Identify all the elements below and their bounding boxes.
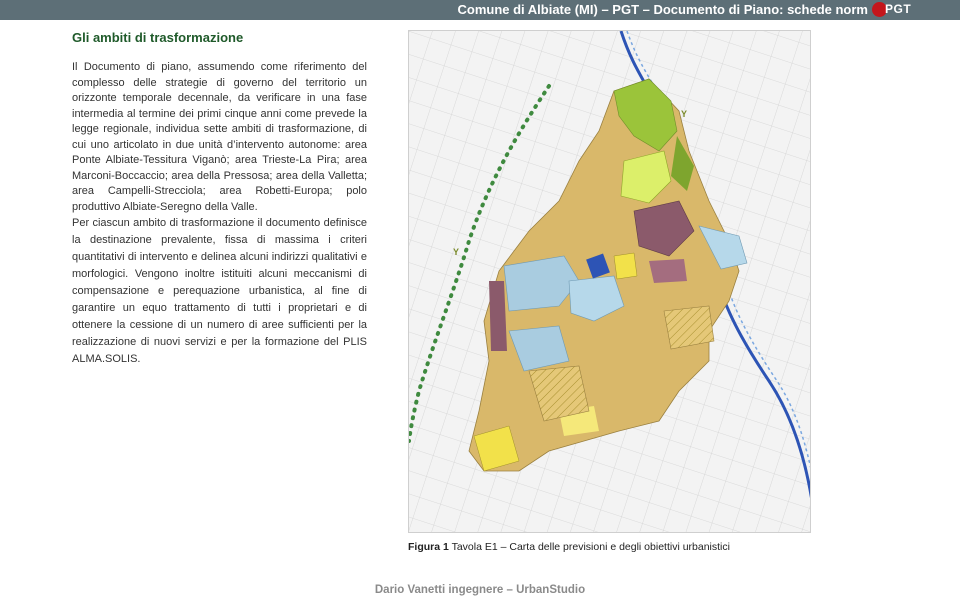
transformation-area (663, 305, 715, 350)
pgt-logo: PGT (872, 1, 912, 19)
service-zone (613, 252, 638, 280)
historic-center (649, 259, 687, 283)
svg-text:Y: Y (681, 109, 687, 119)
section-heading: Gli ambiti di trasformazione (72, 30, 244, 45)
map-illustration: Y Y (409, 31, 810, 532)
footer: Dario Vanetti ingegnere – UrbanStudio (374, 584, 586, 596)
figure-caption: Figura 1 Tavola E1 – Carta delle previsi… (408, 541, 730, 553)
header-title: Comune di Albiate (MI) – PGT – Documento… (457, 2, 868, 17)
paragraph-2: Per ciascun ambito di trasformazione il … (72, 217, 367, 365)
figure-caption-text: Tavola E1 – Carta delle previsioni e deg… (448, 541, 730, 553)
logo-text: PGT (885, 2, 912, 16)
urban-plan-map: Y Y (408, 30, 811, 533)
paragraph-1: Il Documento di piano, assumendo come ri… (72, 61, 367, 213)
figure-label: Figura 1 (408, 541, 449, 553)
body-text: Il Documento di piano, assumendo come ri… (72, 60, 367, 368)
historic-center (489, 281, 507, 351)
header-bar: Comune di Albiate (MI) – PGT – Documento… (0, 0, 960, 20)
svg-text:Y: Y (453, 247, 459, 257)
